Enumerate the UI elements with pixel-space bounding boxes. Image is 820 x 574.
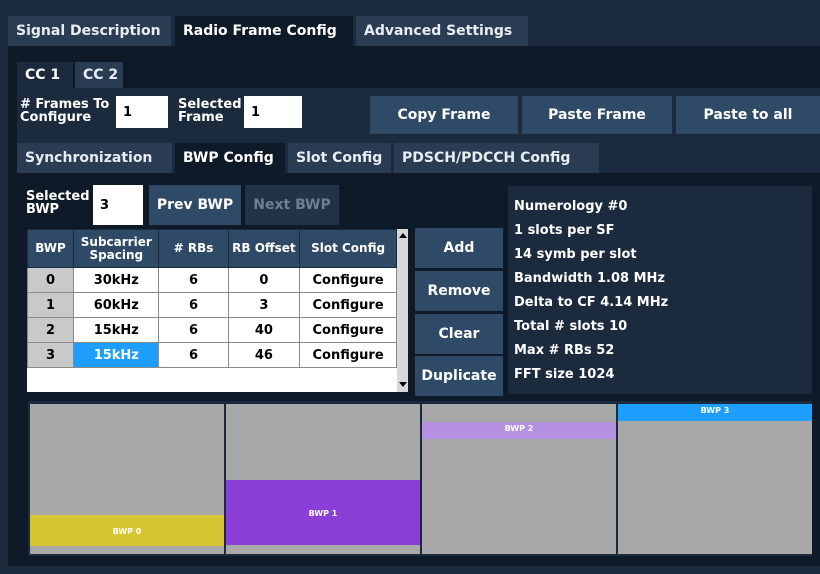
cell-slot-config-button[interactable]: Configure: [299, 267, 397, 293]
info-bandwidth: Bandwidth 1.08 MHz: [514, 271, 665, 286]
cell-rb-offset[interactable]: 0: [227, 267, 301, 293]
table-row[interactable]: 3 15kHz 6 46 Configure: [26, 342, 397, 368]
info-delta-to-cf: Delta to CF 4.14 MHz: [514, 295, 669, 310]
info-fft-size: FFT size 1024: [514, 367, 615, 382]
cell-rb-offset[interactable]: 40: [227, 317, 301, 343]
bwp-block-label: BWP 1: [308, 508, 338, 518]
cell-rbs[interactable]: 6: [158, 342, 229, 368]
cell-rb-offset[interactable]: 3: [227, 292, 301, 318]
remove-bwp-button[interactable]: Remove: [415, 271, 503, 311]
cell-bwp: 0: [26, 267, 75, 293]
bwp-slot-panel: [618, 404, 812, 554]
col-header-slot-config: Slot Config: [299, 229, 397, 268]
bwp-block-label: BWP 2: [504, 424, 534, 433]
tab-signal-description[interactable]: Signal Description: [8, 16, 171, 46]
cell-rbs[interactable]: 6: [158, 292, 229, 318]
bwp-block-label: BWP 3: [700, 406, 730, 415]
cell-subcarrier-spacing[interactable]: 15kHz: [73, 317, 160, 343]
col-header-rbs: # RBs: [158, 229, 229, 268]
bwp-block-label: BWP 0: [112, 526, 142, 536]
selected-bwp-label: Selected BWP: [26, 189, 90, 217]
tab-synchronization[interactable]: Synchronization: [17, 143, 172, 173]
tab-slot-config[interactable]: Slot Config: [288, 143, 391, 173]
clear-bwp-button[interactable]: Clear: [415, 314, 503, 354]
cell-bwp: 2: [26, 317, 75, 343]
prev-bwp-button[interactable]: Prev BWP: [149, 185, 241, 225]
selected-frame-input[interactable]: 1: [244, 96, 302, 128]
tab-advanced-settings[interactable]: Advanced Settings: [356, 16, 528, 46]
bwp-table: BWP Subcarrier Spacing # RBs RB Offset S…: [26, 229, 397, 368]
info-max-rbs: Max # RBs 52: [514, 343, 615, 358]
cell-bwp: 3: [26, 342, 75, 368]
paste-frame-button[interactable]: Paste Frame: [522, 96, 672, 134]
frames-to-configure-label: # Frames To Configure: [20, 97, 110, 125]
cell-slot-config-button[interactable]: Configure: [299, 317, 397, 343]
table-row[interactable]: 2 15kHz 6 40 Configure: [26, 317, 397, 343]
tab-radio-frame-config[interactable]: Radio Frame Config: [175, 16, 353, 46]
tab-bwp-config[interactable]: BWP Config: [175, 143, 285, 173]
info-total-slots: Total # slots 10: [514, 319, 628, 334]
paste-to-all-button[interactable]: Paste to all: [676, 96, 820, 134]
next-bwp-button[interactable]: Next BWP: [245, 185, 339, 225]
copy-frame-button[interactable]: Copy Frame: [370, 96, 518, 134]
duplicate-bwp-button[interactable]: Duplicate: [415, 356, 503, 396]
table-row[interactable]: 1 60kHz 6 3 Configure: [26, 292, 397, 318]
col-header-rb-offset: RB Offset: [227, 229, 301, 268]
cell-rb-offset[interactable]: 46: [227, 342, 301, 368]
info-slots-per-sf: 1 slots per SF: [514, 223, 615, 238]
table-row[interactable]: 0 30kHz 6 0 Configure: [26, 267, 397, 293]
add-bwp-button[interactable]: Add: [415, 228, 503, 268]
numerology-info-panel: [508, 186, 812, 394]
scroll-up-icon[interactable]: [398, 233, 407, 238]
frames-to-configure-input[interactable]: 1: [116, 96, 168, 128]
col-header-bwp: BWP: [26, 229, 75, 268]
cell-subcarrier-spacing[interactable]: 15kHz: [73, 342, 160, 368]
selected-frame-label: Selected Frame: [178, 97, 242, 125]
selected-bwp-input[interactable]: 3: [93, 185, 143, 225]
cell-rbs[interactable]: 6: [158, 267, 229, 293]
info-symb-per-slot: 14 symb per slot: [514, 247, 637, 262]
tab-cc2[interactable]: CC 2: [75, 62, 123, 88]
cell-slot-config-button[interactable]: Configure: [299, 342, 397, 368]
tab-pdsch-pdcch-config[interactable]: PDSCH/PDCCH Config: [394, 143, 599, 173]
cell-slot-config-button[interactable]: Configure: [299, 292, 397, 318]
cell-subcarrier-spacing[interactable]: 60kHz: [73, 292, 160, 318]
table-scrollbar[interactable]: [397, 229, 408, 392]
info-numerology: Numerology #0: [514, 199, 628, 214]
scroll-down-icon[interactable]: [398, 382, 407, 387]
col-header-subcarrier-spacing: Subcarrier Spacing: [73, 229, 160, 268]
cell-subcarrier-spacing[interactable]: 30kHz: [73, 267, 160, 293]
tab-cc1[interactable]: CC 1: [17, 62, 73, 88]
cell-bwp: 1: [26, 292, 75, 318]
cell-rbs[interactable]: 6: [158, 317, 229, 343]
